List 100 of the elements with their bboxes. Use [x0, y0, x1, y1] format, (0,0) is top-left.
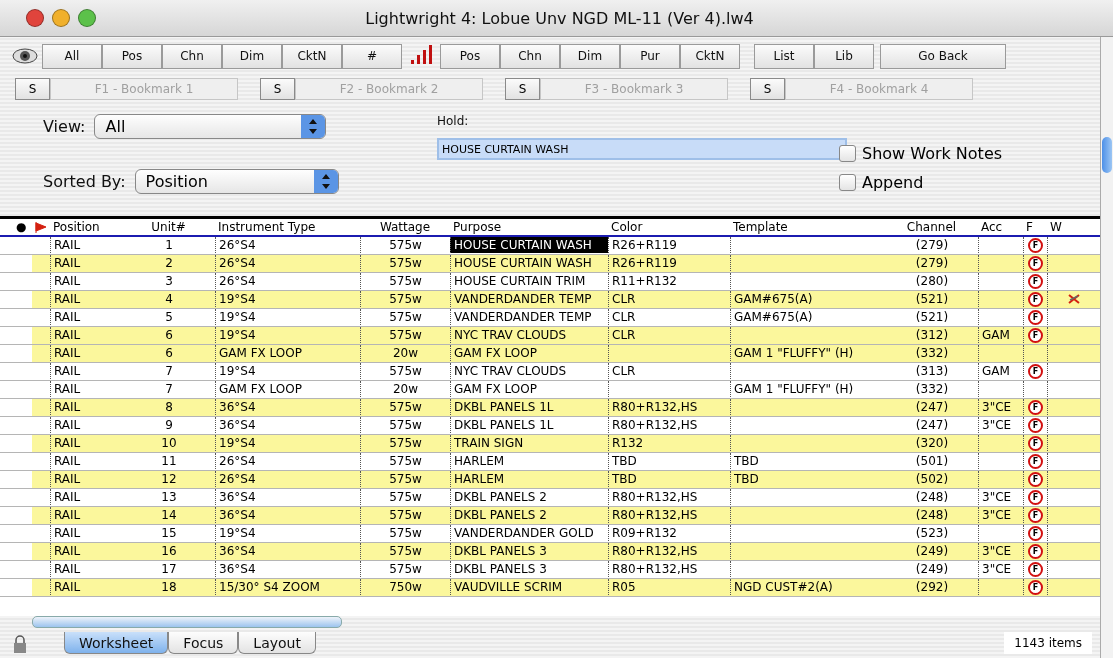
table-cell: 575w: [360, 489, 450, 505]
minimize-button[interactable]: [52, 9, 70, 27]
view-button[interactable]: Chn: [162, 43, 222, 69]
hold-field[interactable]: HOUSE CURTAIN WASH: [437, 138, 847, 160]
column-header[interactable]: Color: [608, 220, 730, 234]
sort-button[interactable]: Pur: [620, 43, 680, 69]
column-header[interactable]: Wattage: [360, 220, 450, 234]
table-cell: DKBL PANELS 2: [450, 507, 608, 523]
column-header[interactable]: W: [1047, 220, 1100, 234]
table-cell-text: (521): [914, 291, 950, 307]
vertical-scrollbar[interactable]: [1100, 37, 1113, 658]
table-row[interactable]: RAIL 17 36°S4 575w DKBL PANELS 3 R80+R132,HS (249) 3"CE F: [0, 561, 1100, 579]
table-cell: 575w: [360, 471, 450, 487]
view-tab[interactable]: Worksheet: [64, 632, 169, 654]
sort-button[interactable]: Chn: [500, 43, 560, 69]
column-header[interactable]: Acc: [978, 220, 1023, 234]
column-header[interactable]: Instrument Type: [215, 220, 360, 234]
table-row[interactable]: RAIL 14 36°S4 575w DKBL PANELS 2 R80+R132,HS (248) 3"CE F: [0, 507, 1100, 525]
table-row[interactable]: RAIL 1 26°S4 575w HOUSE CURTAIN WASH R26+R119 (279) F: [0, 237, 1100, 255]
table-cell: 575w: [360, 273, 450, 289]
table-cell: 26°S4: [215, 255, 360, 271]
table-cell: 36°S4: [215, 417, 360, 433]
hold-label: Hold:: [437, 114, 470, 130]
table-cell-text: (313): [914, 363, 950, 379]
checkbox-label: Show Work Notes: [862, 144, 1003, 163]
table-row[interactable]: RAIL 7 19°S4 575w NYC TRAV CLOUDS CLR (313) GAM F: [0, 363, 1100, 381]
table-row[interactable]: RAIL 2 26°S4 575w HOUSE CURTAIN WASH R26+R119 (279) F: [0, 255, 1100, 273]
focus-mark-icon: F: [1028, 561, 1043, 577]
column-header[interactable]: Purpose: [450, 220, 608, 234]
table-row[interactable]: RAIL 16 36°S4 575w DKBL PANELS 3 R80+R132,HS (249) 3"CE F: [0, 543, 1100, 561]
table-row[interactable]: RAIL 3 26°S4 575w HOUSE CURTAIN TRIM R11+R132 (280) F: [0, 273, 1100, 291]
column-header[interactable]: Channel: [885, 220, 978, 234]
table-cell: GAM FX LOOP: [215, 345, 360, 361]
table-row[interactable]: RAIL 9 36°S4 575w DKBL PANELS 1L R80+R132,HS (247) 3"CE F: [0, 417, 1100, 435]
sort-button[interactable]: Dim: [560, 43, 620, 69]
table-row[interactable]: RAIL 5 19°S4 575w VANDERDANDER TEMP CLR GAM#675(A) (521) F: [0, 309, 1100, 327]
table-cell: RAIL: [50, 291, 122, 307]
table-cell: 575w: [360, 417, 450, 433]
view-tab[interactable]: Focus: [168, 632, 239, 654]
table-cell-text: (248): [914, 507, 950, 523]
table-cell: GAM: [978, 327, 1023, 343]
table-row[interactable]: RAIL 15 19°S4 575w VANDERDANDER GOLD R09+R132 (523) F: [0, 525, 1100, 543]
focus-mark-icon: F: [1028, 417, 1043, 433]
view-tab[interactable]: Layout: [238, 632, 316, 654]
focus-mark-icon: F: [1028, 237, 1043, 253]
sort-button[interactable]: CktN: [680, 43, 740, 69]
view-button[interactable]: #: [342, 43, 402, 69]
table-cell-text: 2: [164, 255, 174, 271]
focus-mark-icon: F: [1028, 327, 1043, 343]
table-cell: 575w: [360, 363, 450, 379]
table-row[interactable]: RAIL 13 36°S4 575w DKBL PANELS 2 R80+R132,HS (248) 3"CE F: [0, 489, 1100, 507]
view-button[interactable]: Pos: [102, 43, 162, 69]
list-button[interactable]: List: [754, 43, 814, 69]
column-header[interactable]: Position: [50, 220, 122, 234]
table-cell: TBD: [730, 453, 885, 469]
horizontal-scrollbar[interactable]: [32, 616, 342, 628]
table-row[interactable]: RAIL 6 GAM FX LOOP 20w GAM FX LOOP GAM 1 "FLUFFY" (H) (332): [0, 345, 1100, 363]
go-back-button[interactable]: Go Back: [880, 43, 1006, 69]
table-row[interactable]: RAIL 8 36°S4 575w DKBL PANELS 1L R80+R132,HS (247) 3"CE F: [0, 399, 1100, 417]
table-cell-text: (501): [914, 453, 950, 469]
scroll-thumb[interactable]: [1102, 137, 1112, 173]
view-select[interactable]: All: [94, 114, 327, 139]
table-row[interactable]: RAIL 18 15/30° S4 ZOOM 750w VAUDVILLE SCRIM R05 NGD CUST#2(A) (292) F: [0, 579, 1100, 597]
view-button[interactable]: CktN: [282, 43, 342, 69]
table-cell: R80+R132,HS: [608, 417, 730, 433]
table-row[interactable]: RAIL 4 19°S4 575w VANDERDANDER TEMP CLR GAM#675(A) (521) F: [0, 291, 1100, 309]
close-button[interactable]: [26, 9, 44, 27]
column-header[interactable]: Unit#: [122, 220, 215, 234]
sort-button[interactable]: Pos: [440, 43, 500, 69]
table-cell: 575w: [360, 561, 450, 577]
view-button[interactable]: All: [42, 43, 102, 69]
table-row[interactable]: RAIL 11 26°S4 575w HARLEM TBD TBD (501) F: [0, 453, 1100, 471]
table-cell: HARLEM: [450, 471, 608, 487]
sort-select[interactable]: Position: [134, 169, 339, 194]
table-cell: RAIL: [50, 561, 122, 577]
table-cell: R26+R119: [608, 237, 730, 253]
table-row[interactable]: RAIL 10 19°S4 575w TRAIN SIGN R132 (320) F: [0, 435, 1100, 453]
table-row[interactable]: RAIL 6 19°S4 575w NYC TRAV CLOUDS CLR (312) GAM F: [0, 327, 1100, 345]
view-button[interactable]: Dim: [222, 43, 282, 69]
table-cell-text: 15: [160, 525, 178, 541]
table-cell-text: 18: [160, 579, 178, 595]
eye-icon: [12, 45, 38, 67]
table-row[interactable]: RAIL 7 GAM FX LOOP 20w GAM FX LOOP GAM 1 "FLUFFY" (H) (332): [0, 381, 1100, 399]
table-cell: GAM: [978, 363, 1023, 379]
lock-icon[interactable]: [12, 634, 28, 654]
table-row[interactable]: RAIL 12 26°S4 575w HARLEM TBD TBD (502) F: [0, 471, 1100, 489]
table-cell: RAIL: [50, 345, 122, 361]
column-header[interactable]: Template: [730, 220, 885, 234]
zoom-button[interactable]: [78, 9, 96, 27]
table-cell: CLR: [608, 327, 730, 343]
table-cell: TBD: [608, 453, 730, 469]
item-count: 1143 items: [1004, 632, 1092, 654]
table-cell: HARLEM: [450, 453, 608, 469]
checkbox[interactable]: [839, 174, 856, 191]
list-button[interactable]: Lib: [814, 43, 874, 69]
table-cell: NGD CUST#2(A): [730, 579, 885, 595]
column-header[interactable]: F: [1023, 220, 1047, 234]
focus-mark-icon: F: [1028, 291, 1043, 307]
table-cell-text: (247): [914, 399, 950, 415]
table-cell-text: 3: [164, 273, 174, 289]
